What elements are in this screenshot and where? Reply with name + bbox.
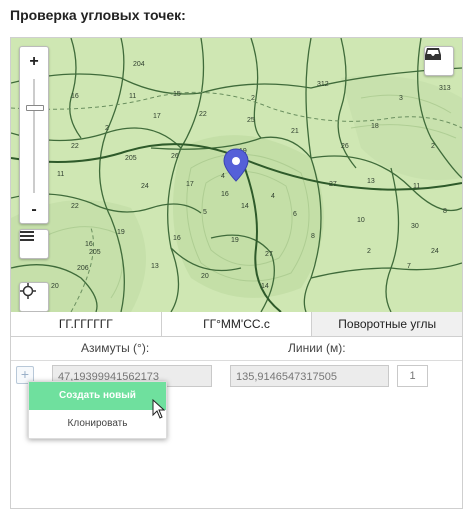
parcel-number-label: 22 bbox=[71, 143, 79, 150]
parcel-number-label: 24 bbox=[141, 183, 149, 190]
parcel-number-label: 13 bbox=[151, 263, 159, 270]
corner-points-panel: 2041115172223123133225205205192713118175… bbox=[10, 37, 463, 509]
parcel-number-label: 206 bbox=[77, 265, 89, 272]
inbox-button[interactable] bbox=[424, 46, 454, 76]
crosshair-icon bbox=[20, 283, 36, 299]
parcel-number-label: 5 bbox=[203, 209, 207, 216]
parcel-number-label: 16 bbox=[221, 191, 229, 198]
line-length-input[interactable]: 135,9146547317505 bbox=[230, 365, 389, 387]
parcel-number-label: 11 bbox=[413, 183, 420, 190]
parcel-number-label: 25 bbox=[247, 117, 255, 124]
azimuth-header: Азимуты (°): bbox=[81, 341, 150, 355]
tab-turning-angles[interactable]: Поворотные углы bbox=[312, 312, 463, 336]
parcel-number-label: 10 bbox=[357, 217, 365, 224]
parcel-number-label: 3 bbox=[399, 95, 403, 102]
zoom-slider-track[interactable] bbox=[33, 79, 35, 193]
coordinate-format-tabs: ГГ.ГГГГГГ ГГ°ММ'СС.с Поворотные углы bbox=[11, 312, 463, 337]
parcel-number-label: 16 bbox=[85, 241, 93, 248]
parcel-number-label: 4 bbox=[221, 173, 225, 180]
parcel-number-label: 14 bbox=[261, 283, 269, 290]
parcel-number-label: 2 bbox=[251, 95, 255, 102]
zoom-in-button[interactable]: + bbox=[20, 49, 48, 75]
parcel-number-label: 8 bbox=[311, 233, 315, 240]
clone-menu-item[interactable]: Клонировать bbox=[29, 410, 166, 438]
mouse-cursor-icon bbox=[152, 399, 166, 419]
parcel-number-label: 6 bbox=[293, 211, 297, 218]
parcel-number-label: 27 bbox=[265, 251, 273, 258]
zoom-control: + - bbox=[19, 46, 49, 224]
parcel-number-label: 21 bbox=[291, 128, 299, 135]
locate-button[interactable] bbox=[19, 282, 49, 312]
zoom-out-button[interactable]: - bbox=[20, 197, 48, 223]
parcel-number-label: 2 bbox=[105, 125, 109, 132]
parcel-number-label: 26 bbox=[171, 153, 179, 160]
parcel-number-label: 17 bbox=[153, 113, 161, 120]
parcel-number-label: 205 bbox=[89, 249, 101, 256]
parcel-number-label: 16 bbox=[71, 93, 79, 100]
layers-icon bbox=[20, 231, 34, 241]
inbox-icon bbox=[425, 48, 441, 60]
parcel-number-label: 20 bbox=[51, 283, 59, 290]
tab-degrees-minutes-seconds[interactable]: ГГ°ММ'СС.с bbox=[161, 312, 313, 336]
parcel-number-label: 204 bbox=[133, 61, 145, 68]
parcel-number-label: 205 bbox=[125, 155, 137, 162]
parcel-number-label: 4 bbox=[271, 193, 275, 200]
parcel-number-label: 18 bbox=[371, 123, 379, 130]
parcel-number-label: 7 bbox=[407, 263, 411, 270]
parcel-number-label: 11 bbox=[57, 171, 64, 178]
map-view[interactable]: 2041115172223123133225205205192713118175… bbox=[11, 38, 462, 312]
divider bbox=[11, 360, 462, 361]
parcel-number-label: 17 bbox=[186, 181, 194, 188]
parcel-number-label: 13 bbox=[367, 178, 375, 185]
point-number-field[interactable]: 1 bbox=[397, 365, 428, 387]
parcel-number-label: 27 bbox=[329, 181, 337, 188]
add-row-context-menu: Создать новый Клонировать bbox=[28, 381, 167, 439]
parcel-number-label: 313 bbox=[439, 85, 451, 92]
parcel-number-label: 15 bbox=[173, 91, 181, 98]
parcel-number-label: 8 bbox=[443, 208, 447, 215]
parcel-number-label: 22 bbox=[199, 111, 207, 118]
parcel-number-label: 16 bbox=[173, 235, 181, 242]
page-title: Проверка угловых точек: bbox=[10, 7, 186, 23]
parcel-number-label: 30 bbox=[411, 223, 419, 230]
create-new-menu-item[interactable]: Создать новый bbox=[29, 382, 166, 410]
lines-header: Линии (м): bbox=[288, 341, 346, 355]
parcel-number-label: 2 bbox=[431, 143, 435, 150]
parcel-number-label: 19 bbox=[117, 229, 125, 236]
parcel-number-label: 19 bbox=[231, 237, 239, 244]
parcel-number-label: 2 bbox=[367, 248, 371, 255]
parcel-number-label: 24 bbox=[431, 248, 439, 255]
parcel-number-label: 26 bbox=[341, 143, 349, 150]
tab-decimal-degrees[interactable]: ГГ.ГГГГГГ bbox=[11, 312, 162, 336]
parcel-number-label: 14 bbox=[241, 203, 249, 210]
parcel-number-label: 22 bbox=[71, 203, 79, 210]
map-canvas: 2041115172223123133225205205192713118175… bbox=[11, 38, 462, 312]
parcel-number-label: 312 bbox=[317, 81, 329, 88]
zoom-slider-handle[interactable] bbox=[26, 105, 44, 111]
parcel-number-label: 11 bbox=[129, 93, 136, 100]
parcel-number-label: 20 bbox=[201, 273, 209, 280]
layers-button[interactable] bbox=[19, 229, 49, 259]
